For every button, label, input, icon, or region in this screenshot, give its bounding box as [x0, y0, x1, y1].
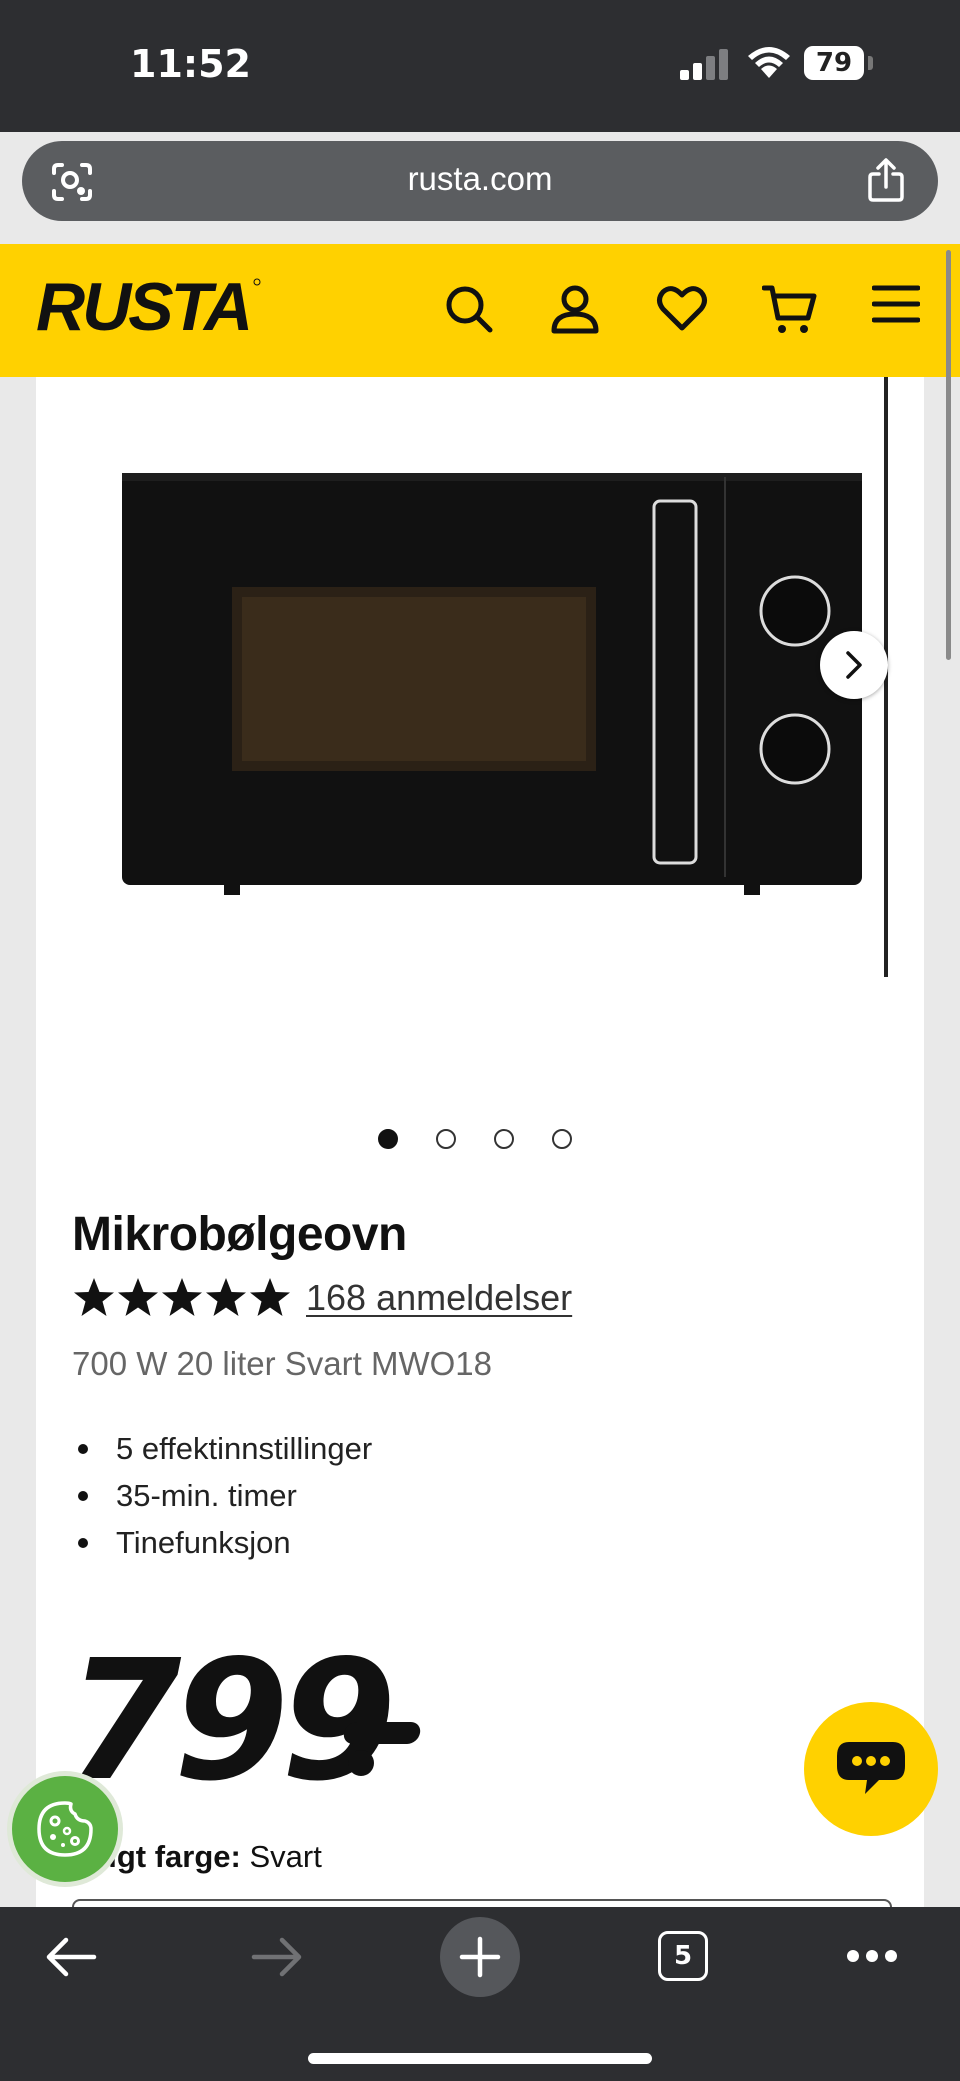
carousel-dot-1[interactable]	[378, 1129, 398, 1149]
home-indicator	[308, 2053, 652, 2064]
cellular-signal-icon	[680, 49, 728, 80]
product-title: Mikrobølgeovn	[72, 1208, 407, 1261]
forward-arrow-icon[interactable]	[250, 1936, 304, 1978]
page-scrollbar[interactable]	[946, 250, 951, 660]
tabs-button[interactable]: 5	[658, 1931, 708, 1981]
battery-tip	[868, 56, 873, 70]
carousel-dot-3[interactable]	[494, 1129, 514, 1149]
feature-list: 5 effektinnstillinger 35-min. timer Tine…	[72, 1425, 372, 1566]
star-icon	[162, 1278, 202, 1316]
plus-icon	[459, 1936, 501, 1978]
product-image	[122, 473, 862, 895]
menu-icon[interactable]	[872, 284, 920, 324]
star-icon	[74, 1278, 114, 1316]
chat-bubble-icon	[837, 1742, 905, 1794]
star-icon	[118, 1278, 158, 1316]
cookie-settings-button[interactable]	[12, 1776, 118, 1882]
carousel-dot-4[interactable]	[552, 1129, 572, 1149]
chevron-right-icon	[846, 651, 862, 679]
feature-item: 5 effektinnstillinger	[72, 1425, 372, 1472]
rating-stars	[74, 1278, 290, 1316]
carousel-dot-2[interactable]	[436, 1129, 456, 1149]
product-card: Mikrobølgeovn 168 anmeldelser 700 W 20 l…	[36, 377, 924, 1917]
star-icon	[206, 1278, 246, 1316]
product-image-carousel[interactable]	[36, 377, 924, 1037]
cookie-icon	[37, 1801, 93, 1857]
tabs-count: 5	[673, 1941, 693, 1971]
carousel-next-button[interactable]	[820, 631, 888, 699]
new-tab-button[interactable]	[440, 1917, 520, 1997]
product-subtitle: 700 W 20 liter Svart MWO18	[72, 1345, 492, 1382]
chat-button[interactable]	[804, 1702, 938, 1836]
cart-icon[interactable]	[762, 284, 818, 336]
battery-indicator: 79	[804, 46, 864, 80]
status-bar: 11:52 79 rusta.com	[0, 0, 960, 221]
share-icon[interactable]	[866, 157, 906, 203]
more-icon[interactable]	[846, 1948, 898, 1964]
feature-item: 35-min. timer	[72, 1472, 372, 1519]
back-arrow-icon[interactable]	[44, 1936, 98, 1978]
search-icon[interactable]	[444, 284, 494, 334]
selected-color-value: Svart	[249, 1839, 322, 1874]
battery-level: 79	[815, 48, 853, 78]
price-suffix-dash	[342, 1722, 422, 1744]
heart-icon[interactable]	[656, 284, 708, 334]
wifi-icon	[748, 47, 790, 78]
account-icon[interactable]	[550, 284, 600, 334]
brand-name: RUSTA	[36, 270, 250, 340]
feature-item: Tinefunksjon	[72, 1519, 372, 1566]
url-text[interactable]: rusta.com	[22, 160, 938, 198]
url-bar[interactable]: rusta.com	[22, 141, 938, 221]
reviews-link[interactable]: 168 anmeldelser	[306, 1277, 572, 1319]
star-icon	[250, 1278, 290, 1316]
product-price: 799	[66, 1625, 397, 1818]
price-suffix-dot	[348, 1750, 374, 1776]
status-time: 11:52	[130, 42, 251, 86]
rusta-logo[interactable]: RUSTA	[34, 270, 264, 340]
site-header: RUSTA	[0, 244, 960, 377]
